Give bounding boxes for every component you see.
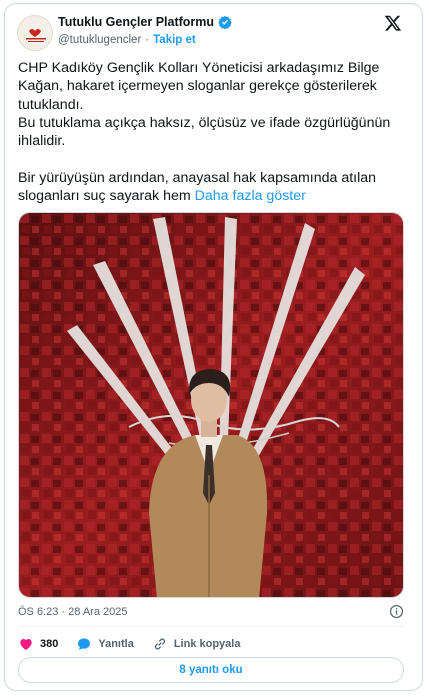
info-icon[interactable] [389,604,404,619]
author-name-row: Tutuklu Gençler Platformu [58,15,232,29]
author-handle-row: @tutuklugencler · Takip et [58,34,196,46]
verified-badge-icon [218,15,232,29]
copy-link-label: Link kopyala [173,638,241,650]
reply-icon [78,638,91,650]
tweet-timestamp[interactable]: ÖS 6:23 · 28 Ara 2025 [18,606,127,618]
heart-icon [20,639,32,650]
divider [18,626,404,627]
tweet-photo[interactable] [18,212,404,598]
reply-label: Yanıtla [98,638,134,650]
read-replies-button[interactable]: 8 yanıtı oku [18,657,404,683]
tweet-text: CHP Kadıköy Gençlik Kolları Yöneticisi a… [18,59,410,205]
show-more-link[interactable]: Daha fazla göster [195,188,306,204]
copy-link-button[interactable]: Link kopyala [152,636,241,652]
link-icon [154,638,165,650]
action-bar: 380 Yanıtla Link kopyala [18,635,258,653]
tweet-paragraph-3: Bir yürüyüşün ardından, anayasal hak kap… [18,169,377,205]
like-count: 380 [40,638,59,650]
tweet-paragraph-1: CHP Kadıköy Gençlik Kolları Yöneticisi a… [18,60,380,113]
author-handle[interactable]: @tutuklugencler [58,34,141,46]
x-logo-icon[interactable] [384,14,402,32]
reply-button[interactable]: Yanıtla [76,636,134,652]
author-name[interactable]: Tutuklu Gençler Platformu [58,15,214,29]
follow-button[interactable]: Takip et [153,34,196,46]
separator-dot: · [145,34,150,46]
avatar[interactable] [17,15,53,51]
tweet-paragraph-2: Bu tutuklama açıkça haksız, ölçüsüz ve i… [18,114,391,150]
like-button[interactable]: 380 [18,636,58,652]
